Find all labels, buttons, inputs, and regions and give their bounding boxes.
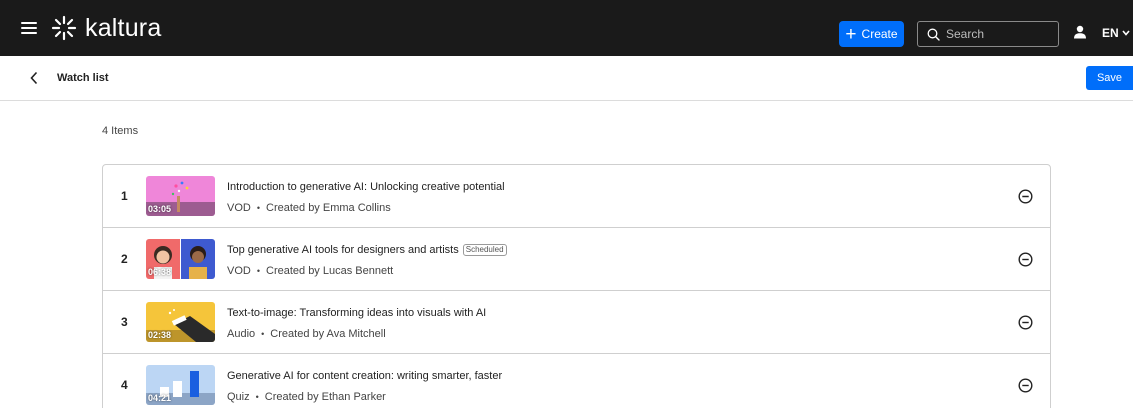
hamburger-icon[interactable] <box>21 21 37 35</box>
item-duration: 03:05 <box>148 204 172 214</box>
item-title-text: Top generative AI tools for designers an… <box>227 244 459 256</box>
watch-list: 1 03:05 Introduction to generative AI: U… <box>102 164 1051 408</box>
list-item[interactable]: 3 02:38 Text-to-image: Transforming idea… <box>103 291 1050 354</box>
item-number: 3 <box>121 315 128 329</box>
item-type: Quiz <box>227 391 250 403</box>
remove-item-icon[interactable] <box>1018 315 1033 330</box>
search-box[interactable] <box>917 21 1059 47</box>
item-duration: 02:38 <box>148 330 172 340</box>
page-header: Watch list Save <box>0 56 1133 101</box>
language-label: EN <box>1102 26 1119 40</box>
kaltura-logo[interactable]: kaltura <box>51 13 161 43</box>
item-title[interactable]: Text-to-image: Transforming ideas into v… <box>227 307 486 319</box>
item-type: VOD <box>227 265 251 277</box>
item-creator: Created by Ethan Parker <box>264 391 386 403</box>
item-thumbnail[interactable]: 02:38 <box>146 302 215 342</box>
item-title[interactable]: Top generative AI tools for designers an… <box>227 244 507 256</box>
page-title: Watch list <box>57 72 109 84</box>
items-count: 4 Items <box>102 125 139 137</box>
user-icon[interactable] <box>1073 25 1087 39</box>
item-duration: 04:21 <box>148 393 172 403</box>
chevron-down-icon <box>1122 30 1130 36</box>
list-item[interactable]: 1 03:05 Introduction to generative AI: U… <box>103 165 1050 228</box>
status-badge: Scheduled <box>462 244 507 256</box>
item-thumbnail[interactable]: 06:38 <box>146 239 215 279</box>
back-arrow-icon[interactable] <box>29 71 39 85</box>
language-selector[interactable]: EN <box>1102 26 1130 40</box>
item-type: Audio <box>227 328 256 340</box>
item-meta: VOD • Created by Emma Collins <box>227 202 391 214</box>
item-meta: Quiz • Created by Ethan Parker <box>227 391 386 403</box>
item-type: VOD <box>227 202 251 214</box>
plus-icon: + <box>845 23 857 45</box>
item-meta: VOD • Created by Lucas Bennett <box>227 265 394 277</box>
create-button[interactable]: + Create <box>839 21 904 47</box>
item-title[interactable]: Introduction to generative AI: Unlocking… <box>227 181 505 193</box>
create-button-label: Create <box>861 27 898 41</box>
remove-item-icon[interactable] <box>1018 189 1033 204</box>
item-title-text: Text-to-image: Transforming ideas into v… <box>227 307 487 319</box>
top-navigation-bar: kaltura + Create EN <box>0 0 1133 56</box>
item-number: 1 <box>121 189 128 203</box>
remove-item-icon[interactable] <box>1018 252 1033 267</box>
item-title-text: Generative AI for content creation: writ… <box>227 370 503 382</box>
list-item[interactable]: 4 04:21 Generative AI for content creati… <box>103 354 1050 408</box>
item-creator: Created by Emma Collins <box>266 202 391 214</box>
item-duration: 06:38 <box>148 267 172 277</box>
save-button[interactable]: Save <box>1086 66 1133 90</box>
kaltura-logo-icon <box>51 15 77 41</box>
item-number: 4 <box>121 378 128 392</box>
item-creator: Created by Lucas Bennett <box>266 265 394 277</box>
item-meta: Audio • Created by Ava Mitchell <box>227 328 386 340</box>
remove-item-icon[interactable] <box>1018 378 1033 393</box>
search-icon <box>927 28 940 41</box>
item-thumbnail[interactable]: 04:21 <box>146 365 215 405</box>
item-thumbnail[interactable]: 03:05 <box>146 176 215 216</box>
item-creator: Created by Ava Mitchell <box>270 328 386 340</box>
list-item[interactable]: 2 06:38 Top generative AI tools for desi… <box>103 228 1050 291</box>
item-title[interactable]: Generative AI for content creation: writ… <box>227 370 502 382</box>
item-number: 2 <box>121 252 128 266</box>
search-input[interactable] <box>946 27 1056 41</box>
item-title-text: Introduction to generative AI: Unlocking… <box>227 181 505 193</box>
logo-text: kaltura <box>85 14 162 42</box>
